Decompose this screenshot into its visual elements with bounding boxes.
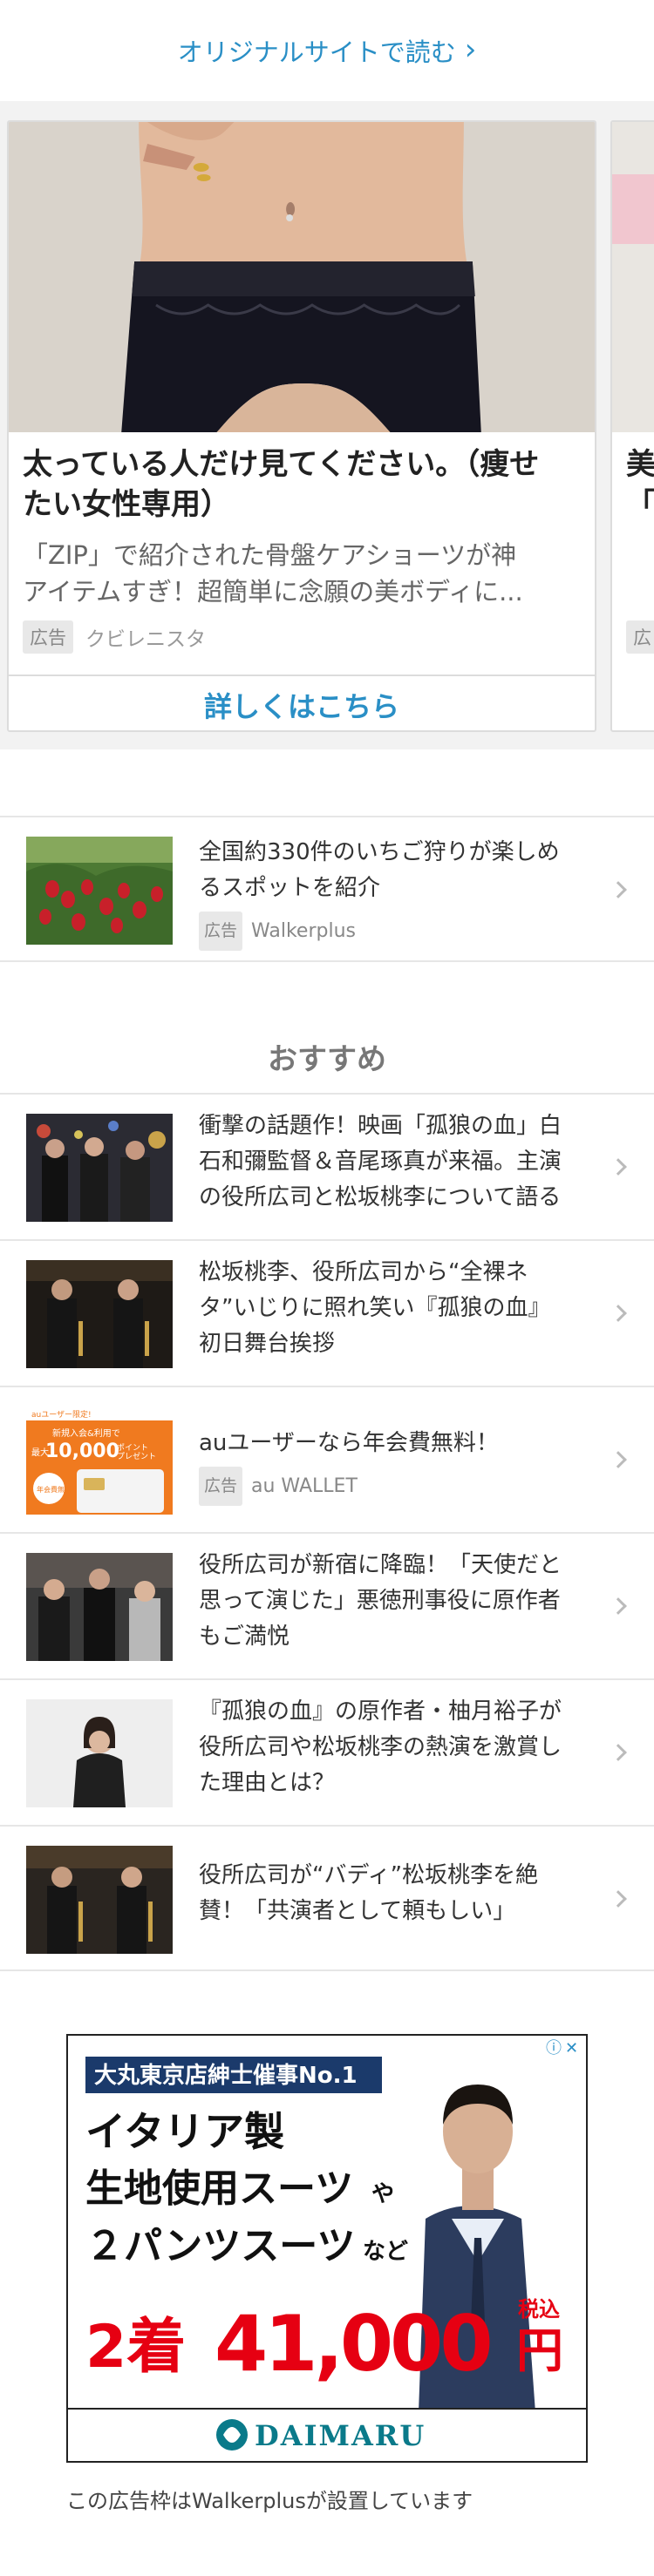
ad-sponsor: クビレニスタ [85,628,206,651]
ad-badge: 広 [626,620,654,654]
ad-card-title-line: たい女性専用） [23,487,230,522]
article-title-line: 『孤狼の血』の原作者・柚月裕子が [199,1698,562,1725]
article-title-line: もご満悦 [199,1624,290,1650]
chevron-right-icon [610,1158,627,1176]
thumb-text-campaign: 新規入会&利用で [52,1427,120,1439]
ad-card-image [9,122,595,432]
article-thumbnail [26,1553,173,1661]
chevron-right-icon: › [464,32,477,67]
article-title: auユーザーなら年会費無料！ 広告 au WALLET [199,1426,593,1506]
au-wallet-thumbnail: auユーザー限定! 新規入会&利用で 最大 10,000 ポイント プレゼント … [26,1407,173,1515]
article-thumbnail [26,1699,173,1807]
ad-card-meta: 広告 クビレニスタ [23,620,206,654]
chevron-right-icon [610,1890,627,1908]
ad-card-desc-line: 「ZIP」で紹介された骨盤ケアショーツが神 [23,540,517,570]
ad-card-title[interactable]: 太っている人だけ見てください。（痩せ たい女性専用） [23,444,581,525]
ad-card-image [612,122,654,432]
article-title-line: 賛！「共演者として頼もしい」 [199,1898,516,1924]
close-icon: ✕ [565,2039,578,2057]
article-title: 『孤狼の血』の原作者・柚月裕子が 役所広司や松坂桃李の熱演を激賞し た理由とは？ [199,1694,593,1801]
article-title-line: 役所広司や松坂桃李の熱演を激賞し [199,1734,562,1760]
recommended-ad-item[interactable]: auユーザー限定! 新規入会&利用で 最大 10,000 ポイント プレゼント … [0,1386,654,1532]
article-title-line: た理由とは？ [199,1770,336,1796]
ad-banner-graphic: 大丸東京店紳士催事No.1 ⓘ ✕ イタリア製 生地使用スーツ や ２パンツスー… [68,2036,586,2461]
ad-line-1: イタリア製 [85,2108,284,2155]
chevron-right-icon [610,1305,627,1322]
article-thumbnail [26,1846,173,1954]
ad-card-meta: 広 [626,620,654,654]
article-title: 役所広司が新宿に降臨！「天使だと 思って演じた」悪徳刑事役に原作者 もご満悦 [199,1548,593,1655]
ad-card-title-line: 「 [626,487,654,522]
ad-card-next[interactable]: 美 「 広 [610,120,654,732]
recommended-item[interactable]: 役所広司が“バディ”松坂桃李を絶 賛！「共演者として頼もしい」 [0,1825,654,1971]
ad-carousel[interactable]: 太っている人だけ見てください。（痩せ たい女性専用） 「ZIP」で紹介された骨盤… [0,101,654,749]
ad-price: 41,000 [215,2299,490,2389]
original-site-link-label: オリジナルサイトで読む [177,37,456,67]
article-title: 松坂桃李、役所広司から“全裸ネ タ”いじりに照れ笑い『孤狼の血』 初日舞台挨拶 [199,1255,593,1362]
ad-card-title-line: 太っている人だけ見てください。（痩せ [23,447,540,482]
ad-card-title-line: 美 [626,447,654,482]
details-button[interactable]: 詳しくはこちら [9,675,595,730]
thumb-text-small: auユーザー限定! [31,1409,92,1420]
ad-tax: 税込 [518,2297,560,2322]
ad-line-2a: 生地使用スーツ [85,2166,353,2211]
ad-badge: 広告 [199,912,243,951]
article-title-line: タ”いじりに照れ笑い『孤狼の血』 [199,1295,551,1321]
promo-line: るスポットを紹介 [199,875,381,901]
ad-card-description: 「ZIP」で紹介された骨盤ケアショーツが神 アイテムすぎ！超簡単に念願の美ボディ… [23,537,581,610]
article-title-line: 石和彌監督＆音尾琢真が来福。主演 [199,1149,562,1175]
ad-caption: この広告枠はWalkerplusが設置しています [66,2489,473,2513]
thumb-text-amount: 10,000 [45,1441,119,1462]
chevron-right-icon [610,1744,627,1761]
ad-line-3b: など [363,2239,408,2265]
original-site-link[interactable]: オリジナルサイトで読む › [0,0,654,101]
info-icon: ⓘ [546,2039,562,2057]
ad-headline: 大丸東京店紳士催事No.1 [94,2062,358,2089]
article-title-line: 役所広司が“バディ”松坂桃李を絶 [199,1862,539,1888]
recommended-item[interactable]: 『孤狼の血』の原作者・柚月裕子が 役所広司や松坂桃李の熱演を激賞し た理由とは？ [0,1678,654,1825]
ad-badge: 広告 [23,620,73,654]
ad-brand: DAIMARU [255,2419,426,2452]
ad-meta: 広告 au WALLET [199,1467,593,1506]
article-title-line: の役所広司と松坂桃李について語る [199,1184,562,1210]
ad-price-prefix: 2着 [85,2313,186,2382]
thumb-text-fee: 年会費無料 [37,1485,72,1494]
ad-sponsor: au WALLET [251,1475,358,1497]
ad-card-title[interactable]: 美 「 [626,444,654,525]
article-thumbnail [26,1114,173,1222]
promo-list-item[interactable]: 全国約330件のいちご狩りが楽しめ るスポットを紹介 広告 Walkerplus [0,816,654,962]
chevron-right-icon [610,1451,627,1468]
ad-card[interactable]: 太っている人だけ見てください。（痩せ たい女性専用） 「ZIP」で紹介された骨盤… [7,120,596,732]
recommended-item[interactable]: 衝撃の話題作！映画「孤狼の血」白 石和彌監督＆音尾琢真が来福。主演 の役所広司と… [0,1093,654,1239]
ad-sponsor: Walkerplus [251,920,356,942]
chevron-right-icon [610,1597,627,1615]
strawberry-thumbnail [26,837,173,945]
ad-line-2b: や [371,2181,394,2207]
promo-meta: 広告 Walkerplus [199,912,593,951]
article-title-line: 役所広司が新宿に降臨！「天使だと [199,1552,562,1578]
daimaru-ad-banner[interactable]: 大丸東京店紳士催事No.1 ⓘ ✕ イタリア製 生地使用スーツ や ２パンツスー… [66,2034,588,2463]
article-title-line: 松坂桃李、役所広司から“全裸ネ [199,1259,528,1285]
article-thumbnail [26,1260,173,1368]
article-title: 衝撃の話題作！映画「孤狼の血」白 石和彌監督＆音尾琢真が来福。主演 の役所広司と… [199,1108,593,1216]
ad-badge: 広告 [199,1467,243,1506]
ad-line-3a: ２パンツスーツ [85,2224,355,2268]
recommended-item[interactable]: 役所広司が新宿に降臨！「天使だと 思って演じた」悪徳刑事役に原作者 もご満悦 [0,1532,654,1678]
article-title-line: 衝撃の話題作！映画「孤狼の血」白 [199,1113,562,1139]
article-title-line: 思って演じた」悪徳刑事役に原作者 [199,1588,561,1614]
article-title: 役所広司が“バディ”松坂桃李を絶 賛！「共演者として頼もしい」 [199,1858,593,1929]
article-title-line: auユーザーなら年会費無料！ [199,1430,499,1456]
thumb-text-present: プレゼント [117,1451,156,1461]
promo-text: 全国約330件のいちご狩りが楽しめ るスポットを紹介 広告 Walkerplus [199,835,593,951]
chevron-right-icon [610,881,627,898]
recommended-item[interactable]: 松坂桃李、役所広司から“全裸ネ タ”いじりに照れ笑い『孤狼の血』 初日舞台挨拶 [0,1239,654,1386]
recommended-title: おすすめ [268,1042,386,1077]
ad-card-desc-line: アイテムすぎ！超簡単に念願の美ボディに... [23,577,523,607]
promo-line: 全国約330件のいちご狩りが楽しめ [199,839,560,865]
thumb-text-unit: ポイント [117,1443,148,1453]
ad-price-suffix: 円 [516,2323,563,2378]
article-title-line: 初日舞台挨拶 [199,1331,336,1357]
